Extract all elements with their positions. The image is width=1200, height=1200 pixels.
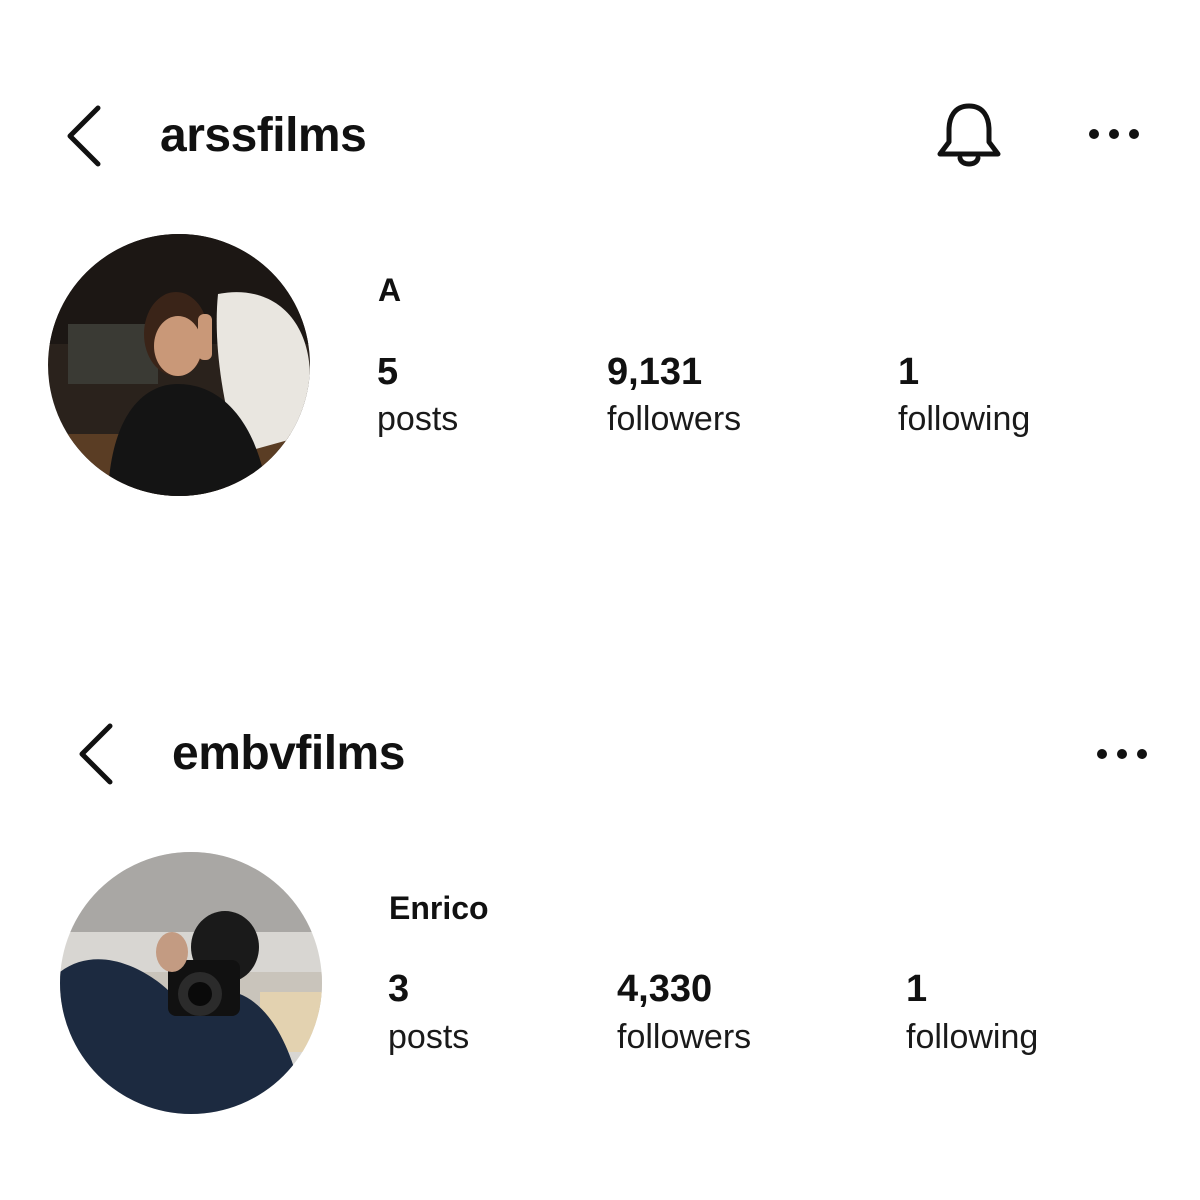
more-icon[interactable] [1086, 124, 1142, 144]
stat-following-count: 1 [898, 351, 920, 393]
profile-username: arssfilms [160, 109, 367, 162]
stat-posts-label: posts [377, 400, 459, 438]
bell-icon[interactable] [934, 98, 1004, 172]
display-name: Enrico [389, 890, 489, 926]
stat-posts-count: 5 [377, 351, 399, 393]
stat-posts-label: posts [388, 1018, 470, 1056]
display-name: A [378, 272, 402, 308]
stat-following-label: following [906, 1018, 1039, 1056]
stat-following-count: 1 [906, 968, 928, 1010]
more-icon[interactable] [1094, 744, 1150, 764]
chevron-left-icon[interactable] [62, 104, 106, 168]
chevron-left-icon[interactable] [74, 722, 118, 786]
stat-followers-label: followers [607, 400, 742, 438]
profile-username: embvfilms [172, 727, 405, 780]
avatar[interactable] [60, 852, 322, 1114]
avatar[interactable] [48, 234, 310, 496]
stat-followers-count: 4,330 [617, 968, 713, 1010]
stat-posts-count: 3 [388, 968, 410, 1010]
stat-followers-count: 9,131 [607, 351, 703, 393]
stat-followers-label: followers [617, 1018, 752, 1056]
stat-following-label: following [898, 400, 1031, 438]
